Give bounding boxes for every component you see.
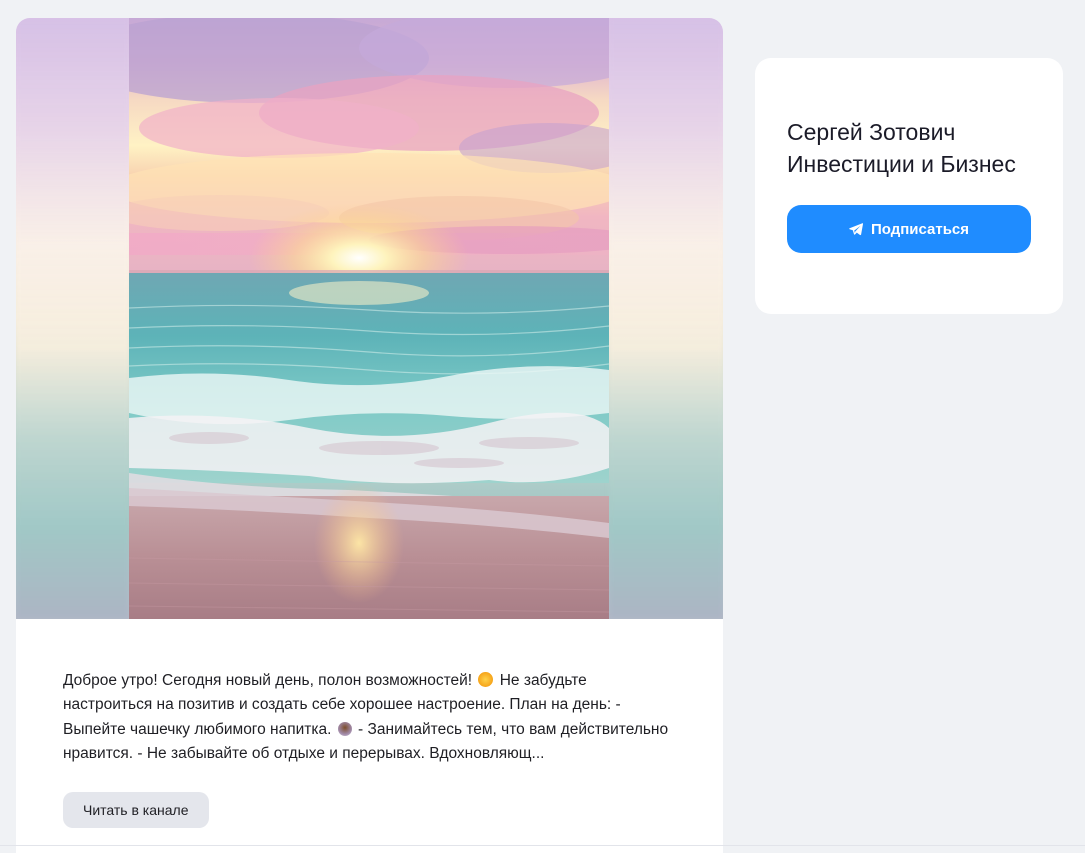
media-blur-left xyxy=(16,18,129,619)
channel-card: Сергей Зотович Инвестиции и Бизнес Подпи… xyxy=(755,58,1063,314)
post-text-part-1: Доброе утро! Сегодня новый день, полон в… xyxy=(63,672,473,689)
post-body: Доброе утро! Сегодня новый день, полон в… xyxy=(16,619,723,828)
media-blur-right xyxy=(609,18,723,619)
page: Доброе утро! Сегодня новый день, полон в… xyxy=(0,0,1085,853)
read-in-channel-button[interactable]: Читать в канале xyxy=(63,791,209,828)
post-card: Доброе утро! Сегодня новый день, полон в… xyxy=(16,18,723,853)
subscribe-label: Подписаться xyxy=(870,220,970,238)
telegram-plane-icon xyxy=(849,222,863,235)
post-photo-sunset-beach[interactable] xyxy=(129,18,609,619)
subscribe-button[interactable]: Подписаться xyxy=(787,205,1031,253)
tea-emoji-icon xyxy=(337,721,352,736)
channel-title: Сергей Зотович Инвестиции и Бизнес xyxy=(787,119,1016,177)
post-text: Доброе утро! Сегодня новый день, полон в… xyxy=(63,669,673,767)
bottom-divider xyxy=(0,845,1085,846)
post-media[interactable] xyxy=(16,18,723,619)
sun-emoji-icon xyxy=(478,672,494,687)
